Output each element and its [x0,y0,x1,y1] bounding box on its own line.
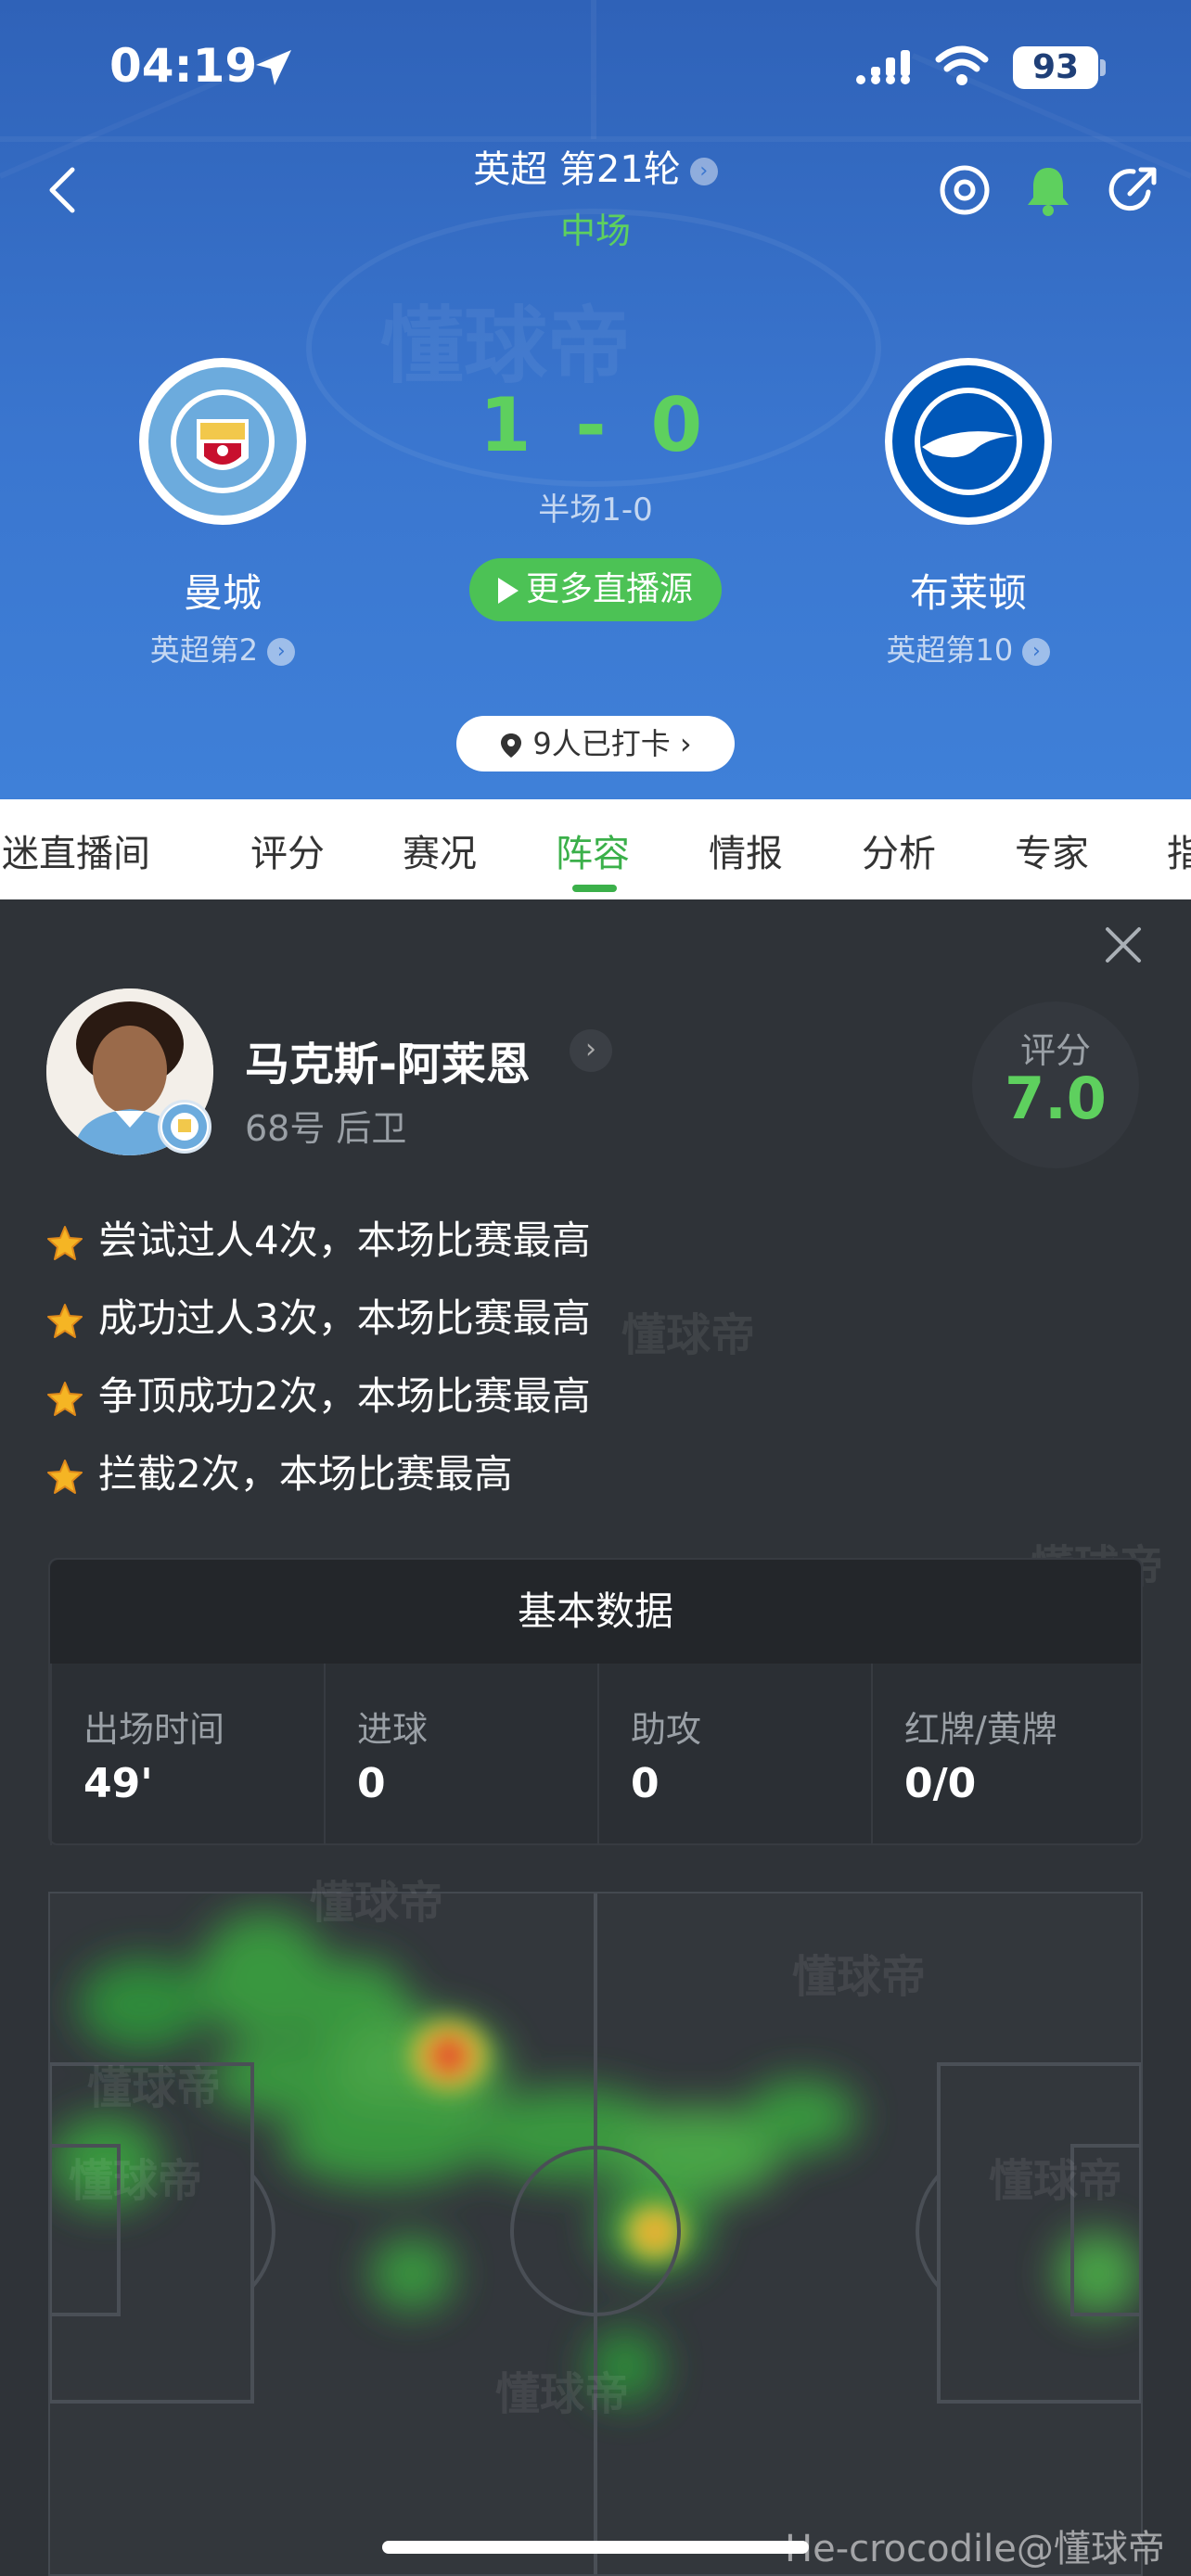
heatmap [48,1894,1143,2574]
tab-index[interactable]: 指 [1167,823,1191,877]
active-tab-indicator [572,885,617,892]
tab-live-room[interactable]: 迷直播间 [2,823,150,877]
stat-value: 49' [83,1760,153,1807]
basic-stats-title: 基本数据 [50,1560,1141,1664]
stat-minutes: 出场时间 49' [50,1664,324,1845]
chevron-right-icon: › [267,638,296,666]
heatmap-pitch: 懂球帝 懂球帝 懂球帝 懂球帝 懂球帝 懂球帝 [48,1877,1143,2576]
watermark: 懂球帝 [87,2062,222,2114]
stat-value: 0 [631,1760,660,1807]
chevron-right-icon: › [1022,638,1051,666]
highlight-item: 拦截2次，本场比赛最高 [46,1443,513,1499]
bell-icon[interactable] [1020,162,1076,218]
player-rating: 评分 7.0 [972,1001,1139,1168]
star-icon [47,1303,83,1338]
round-title[interactable]: 英超 第21轮 › [0,139,1191,193]
more-streams-label: 更多直播源 [525,570,693,608]
wifi-icon [935,45,989,85]
away-team-name[interactable]: 布莱顿 [820,562,1117,618]
watermark: 懂球帝 [380,298,631,395]
chevron-right-icon: › [679,726,692,761]
watermark: 懂球帝 [621,1309,756,1361]
stat-assists: 助攻 0 [597,1664,871,1845]
watermark-credit: He-crocodile@懂球帝 [785,2528,1165,2570]
checkin-label: 9人已打卡 [532,726,671,761]
stat-label: 红牌/黄牌 [904,1709,1057,1750]
star-icon [47,1459,83,1494]
away-team-rank[interactable]: 英超第10 › [820,627,1117,670]
tab-bar: 迷直播间 评分 赛况 阵容 情报 分析 专家 指 [0,799,1191,899]
stat-label: 进球 [357,1709,429,1750]
chevron-right-icon: › [689,158,718,185]
highlight-text: 尝试过人4次，本场比赛最高 [98,1218,591,1263]
tab-ratings[interactable]: 评分 [250,823,325,877]
away-team-rank-label: 英超第10 [886,632,1014,668]
stat-cards: 红牌/黄牌 0/0 [871,1664,1145,1845]
player-club-badge [158,1100,211,1154]
chevron-right-icon[interactable]: › [570,1029,612,1072]
status-time: 04:19 [109,39,258,93]
stat-value: 0 [357,1760,386,1807]
target-icon[interactable] [937,162,992,218]
battery-indicator: 93 [1013,46,1106,89]
location-arrow-icon [256,50,291,85]
tab-intel[interactable]: 情报 [709,823,783,877]
watermark: 懂球帝 [69,2155,203,2207]
stat-label: 出场时间 [83,1709,225,1750]
home-team-rank-label: 英超第2 [149,632,259,668]
highlight-text: 拦截2次，本场比赛最高 [98,1451,513,1497]
highlight-text: 成功过人3次，本场比赛最高 [98,1295,591,1341]
watermark: 懂球帝 [989,2155,1123,2207]
tab-experts[interactable]: 专家 [1015,823,1089,877]
highlight-item: 成功过人3次，本场比赛最高 [46,1287,591,1344]
rating-value: 7.0 [1005,1065,1107,1132]
stat-goals: 进球 0 [324,1664,597,1845]
checkin-button[interactable]: 9人已打卡 › [456,716,735,772]
map-pin-icon [501,733,522,758]
player-number-position: 68号 后卫 [245,1108,407,1149]
highlight-item: 尝试过人4次，本场比赛最高 [46,1209,591,1266]
player-name[interactable]: 马克斯-阿莱恩 [245,1027,531,1092]
round-label: 英超 第21轮 [473,148,681,191]
close-icon[interactable] [1100,922,1146,968]
highlight-item: 争顶成功2次，本场比赛最高 [46,1365,591,1422]
watermark: 懂球帝 [792,1951,927,2003]
stat-value: 0/0 [904,1760,977,1807]
basic-stats-panel: 基本数据 出场时间 49' 进球 0 助攻 0 红牌/黄牌 0/0 [48,1558,1143,1845]
share-icon[interactable] [1106,162,1161,218]
tab-match-events[interactable]: 赛况 [403,823,477,877]
more-streams-button[interactable]: 更多直播源 [469,558,722,621]
cellular-signal-icon [856,50,910,84]
home-team-name[interactable]: 曼城 [74,562,371,618]
stat-label: 助攻 [631,1709,702,1750]
home-indicator[interactable] [382,2541,809,2554]
star-icon [47,1225,83,1260]
match-score: 1 - 0 [479,382,712,468]
play-icon [497,578,519,604]
halftime-score: 半场1-0 [538,491,653,529]
watermark: 懂球帝 [495,2368,630,2420]
watermark: 懂球帝 [310,1877,444,1929]
tab-lineup[interactable]: 阵容 [556,823,630,877]
match-status: 中场 [559,210,631,251]
home-team-rank[interactable]: 英超第2 › [74,627,371,670]
highlight-text: 争顶成功2次，本场比赛最高 [98,1373,591,1419]
star-icon [47,1381,83,1416]
tab-analysis[interactable]: 分析 [862,823,936,877]
match-header: 懂球帝 04:19 93 英超 第21轮 › 中场 曼城 英超第2 › 布莱顿 … [0,0,1191,799]
